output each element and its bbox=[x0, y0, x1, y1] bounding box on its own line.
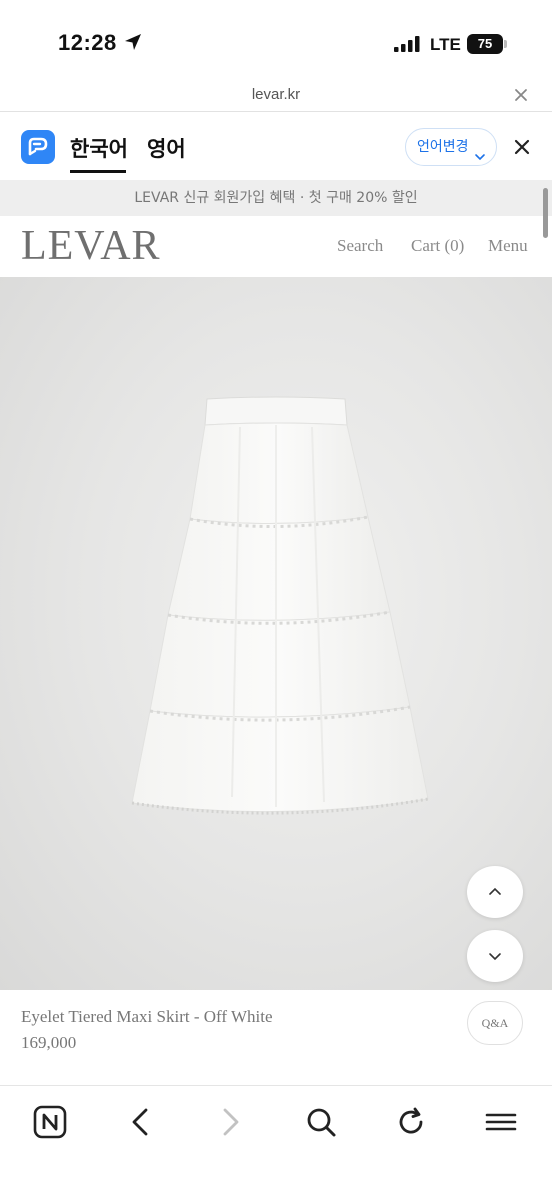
url-bar[interactable]: levar.kr bbox=[0, 80, 552, 112]
papago-logo-icon bbox=[21, 130, 55, 164]
search-link[interactable]: Search bbox=[337, 236, 383, 256]
forward-icon[interactable] bbox=[213, 1104, 249, 1140]
translate-bar: 한국어 영어 언어변경 bbox=[0, 113, 552, 180]
status-time: 12:28 bbox=[58, 30, 117, 55]
status-bar: 12:28 LTE 75 bbox=[0, 0, 552, 80]
battery-icon: 75 bbox=[467, 34, 503, 54]
naver-home-icon[interactable] bbox=[32, 1104, 68, 1140]
signal-bars-icon bbox=[394, 36, 420, 56]
location-arrow-icon bbox=[124, 33, 142, 55]
product-name: Eyelet Tiered Maxi Skirt - Off White bbox=[21, 1007, 273, 1026]
battery-nub bbox=[504, 40, 507, 48]
qa-button[interactable]: Q&A bbox=[467, 1001, 523, 1045]
tab-english[interactable]: 영어 bbox=[147, 133, 186, 163]
scroll-down-button[interactable] bbox=[467, 930, 523, 982]
chevron-down-icon bbox=[474, 141, 486, 177]
change-language-label: 언어변경 bbox=[417, 139, 469, 155]
product-image[interactable] bbox=[0, 277, 552, 990]
product-price: 169,000 bbox=[21, 1033, 77, 1052]
url-text[interactable]: levar.kr bbox=[0, 86, 552, 103]
menu-link[interactable]: Menu bbox=[488, 236, 528, 256]
close-translate-icon[interactable] bbox=[513, 138, 531, 156]
promo-banner[interactable]: LEVAR 신규 회원가입 혜택 · 첫 구매 20% 할인 bbox=[0, 180, 552, 216]
scroll-up-button[interactable] bbox=[467, 866, 523, 918]
change-language-button[interactable]: 언어변경 bbox=[405, 128, 497, 166]
reload-icon[interactable] bbox=[393, 1104, 429, 1140]
search-icon[interactable] bbox=[303, 1104, 339, 1140]
brand-logo[interactable]: LEVAR bbox=[21, 222, 161, 270]
active-tab-indicator bbox=[70, 170, 126, 173]
back-icon[interactable] bbox=[122, 1104, 158, 1140]
site-header: LEVAR Search Cart (0) Menu bbox=[0, 216, 552, 276]
menu-icon[interactable] bbox=[483, 1104, 519, 1140]
cart-link[interactable]: Cart (0) bbox=[411, 236, 464, 256]
close-icon[interactable] bbox=[510, 84, 532, 106]
product-info: Eyelet Tiered Maxi Skirt - Off White 169… bbox=[0, 990, 552, 1086]
network-type: LTE bbox=[430, 35, 461, 54]
chevron-down-icon bbox=[489, 953, 501, 961]
chevron-up-icon bbox=[489, 887, 501, 895]
tab-korean[interactable]: 한국어 bbox=[70, 133, 128, 163]
browser-toolbar bbox=[0, 1087, 552, 1200]
